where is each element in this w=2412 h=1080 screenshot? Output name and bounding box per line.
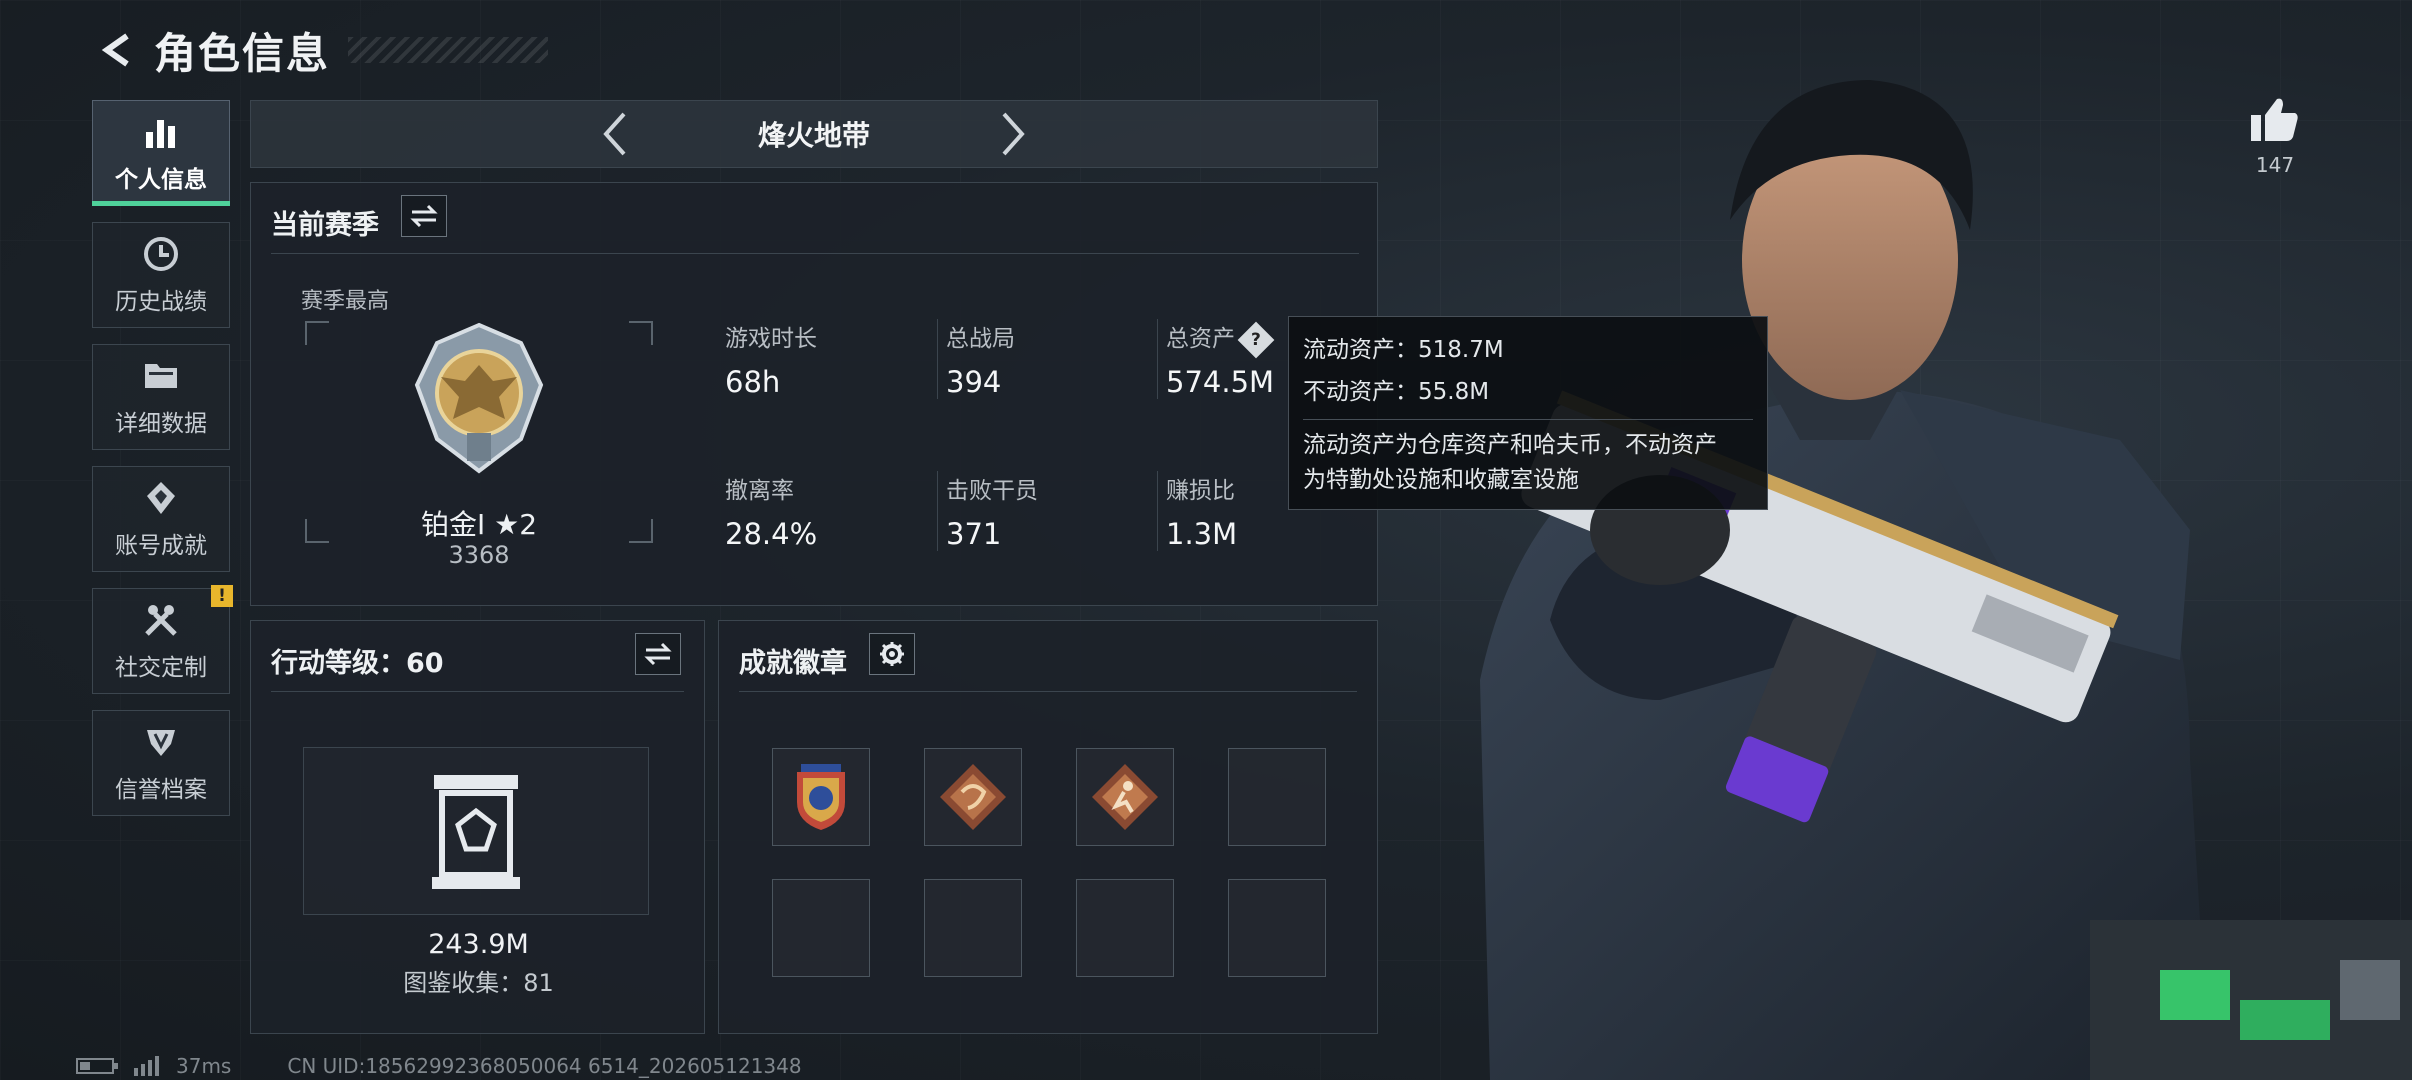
- notification-badge: !: [211, 585, 233, 607]
- fixed-assets: 不动资产：55.8M: [1303, 379, 1490, 405]
- stat-label: 撤离率: [725, 478, 794, 504]
- nav-item-social-custom[interactable]: ! 社交定制: [92, 585, 233, 694]
- nav-item-history[interactable]: 历史战绩: [92, 222, 230, 328]
- action-level-title: 行动等级：60: [271, 648, 444, 679]
- stat-label: 总资产: [1166, 326, 1235, 352]
- badge-slot-empty[interactable]: [1228, 879, 1326, 977]
- nav-label: 社交定制: [115, 655, 207, 681]
- season-best-label: 赛季最高: [301, 289, 390, 314]
- nav-item-details[interactable]: 详细数据: [92, 344, 230, 450]
- action-level-panel: 行动等级：60 243.9M 图鉴收集：81: [250, 620, 705, 1034]
- season-title: 当前赛季: [271, 210, 379, 241]
- nav-label: 账号成就: [115, 533, 207, 559]
- badge-slot-empty[interactable]: [1076, 879, 1174, 977]
- tools-icon: [141, 600, 181, 640]
- divider: [271, 253, 1359, 254]
- stat-kills: 击败干员 371: [937, 471, 1137, 551]
- assets-tooltip: 流动资产：518.7M 不动资产：55.8M 流动资产为仓库资产和哈夫币，不动资…: [1288, 316, 1768, 510]
- badge-slot-empty[interactable]: [924, 879, 1022, 977]
- nav-label: 历史战绩: [115, 289, 207, 315]
- side-nav: 个人信息 历史战绩 详细数据 账号成就 ! 社交定制 信誉档案: [92, 100, 233, 832]
- like-button[interactable]: 147: [2240, 95, 2310, 177]
- back-button[interactable]: [92, 22, 142, 78]
- battery-icon: [76, 1058, 118, 1074]
- season-switch-button[interactable]: [401, 195, 447, 237]
- badge-slot[interactable]: [772, 748, 870, 846]
- collection-count: 图鉴收集：81: [403, 969, 554, 997]
- chevron-right-icon: [1002, 112, 1025, 156]
- badge-slot[interactable]: [1076, 748, 1174, 846]
- divider: [271, 691, 684, 692]
- stat-playtime: 游戏时长 68h: [725, 319, 925, 399]
- nav-label: 信誉档案: [115, 777, 207, 803]
- tooltip-description-line: 流动资产为仓库资产和哈夫币，不动资产: [1303, 432, 1717, 458]
- figure-badge-icon: [1092, 764, 1158, 830]
- nav-item-profile[interactable]: 个人信息: [92, 100, 230, 206]
- history-clock-icon: [141, 234, 181, 274]
- mode-name: 烽火地带: [757, 119, 870, 152]
- stat-total-matches: 总战局 394: [937, 319, 1137, 399]
- stat-value: 371: [946, 517, 1002, 551]
- collection-case-icon: [432, 775, 520, 889]
- nav-item-achievements[interactable]: 账号成就: [92, 466, 230, 572]
- badge-slot-empty[interactable]: [1228, 748, 1326, 846]
- badge-slot[interactable]: [924, 748, 1022, 846]
- ping-text: 37ms: [176, 1054, 232, 1078]
- status-bar: 37ms CN UID:18562992368050064 6514_20260…: [76, 1054, 802, 1078]
- folder-icon: [141, 356, 181, 396]
- gear-icon: [880, 642, 904, 666]
- back-arrow-icon: [101, 33, 129, 67]
- operator-character-image: [1480, 80, 2412, 1080]
- mode-switcher: 烽火地带: [250, 100, 1378, 168]
- like-count: 147: [2255, 153, 2295, 177]
- help-icon[interactable]: ?: [1237, 321, 1275, 358]
- liquid-assets: 流动资产：518.7M: [1303, 337, 1504, 363]
- thumbs-up-icon: [2251, 98, 2298, 141]
- level-switch-button[interactable]: [635, 633, 681, 675]
- uid-text: CN UID:18562992368050064 6514_2026051213…: [287, 1054, 802, 1078]
- season-panel: 当前赛季 赛季最高 铂金I ★2 3368 游戏时长 68h 总战局 394 总…: [250, 182, 1378, 606]
- stat-value: 394: [946, 365, 1002, 399]
- stat-label: 总战局: [946, 326, 1015, 352]
- divider: [739, 691, 1357, 692]
- header: 角色信息: [92, 22, 549, 78]
- next-mode-button[interactable]: [984, 104, 1044, 164]
- stat-label: 击败干员: [946, 478, 1038, 504]
- badges-title: 成就徽章: [739, 648, 847, 679]
- bar-chart-icon: [141, 112, 181, 152]
- tooltip-description-line: 为特勤处设施和收藏室设施: [1303, 467, 1579, 493]
- stat-label: 游戏时长: [725, 326, 817, 352]
- nav-item-reputation[interactable]: 信誉档案: [92, 710, 230, 816]
- nav-label: 详细数据: [115, 411, 207, 437]
- platinum-rank-emblem-icon: [414, 322, 544, 474]
- badge-slot-empty[interactable]: [772, 879, 870, 977]
- signal-icon: [134, 1056, 159, 1076]
- prev-mode-button[interactable]: [584, 104, 644, 164]
- swap-icon: [644, 642, 672, 666]
- dragon-badge-icon: [940, 764, 1006, 830]
- badges-settings-button[interactable]: [869, 633, 915, 675]
- stat-extraction-rate: 撤离率 28.4%: [725, 471, 925, 551]
- collection-display[interactable]: [303, 747, 649, 915]
- nav-label: 个人信息: [115, 167, 207, 193]
- stat-value: 68h: [725, 365, 781, 399]
- rank-score: 3368: [448, 541, 510, 569]
- stat-value: 28.4%: [725, 517, 818, 551]
- reputation-icon: [141, 722, 181, 762]
- page-title: 角色信息: [154, 28, 331, 78]
- rank-name: 铂金I ★2: [420, 508, 538, 541]
- title-decoration: [348, 37, 549, 63]
- tooltip-divider: [1303, 419, 1753, 420]
- achievement-icon: [141, 478, 181, 518]
- shield-medal-badge-icon: [797, 764, 845, 830]
- collection-value: 243.9M: [428, 929, 529, 960]
- stat-value: 1.3M: [1166, 517, 1238, 551]
- swap-icon: [410, 204, 438, 228]
- chevron-left-icon: [603, 112, 626, 156]
- achievement-badges-panel: 成就徽章: [718, 620, 1378, 1034]
